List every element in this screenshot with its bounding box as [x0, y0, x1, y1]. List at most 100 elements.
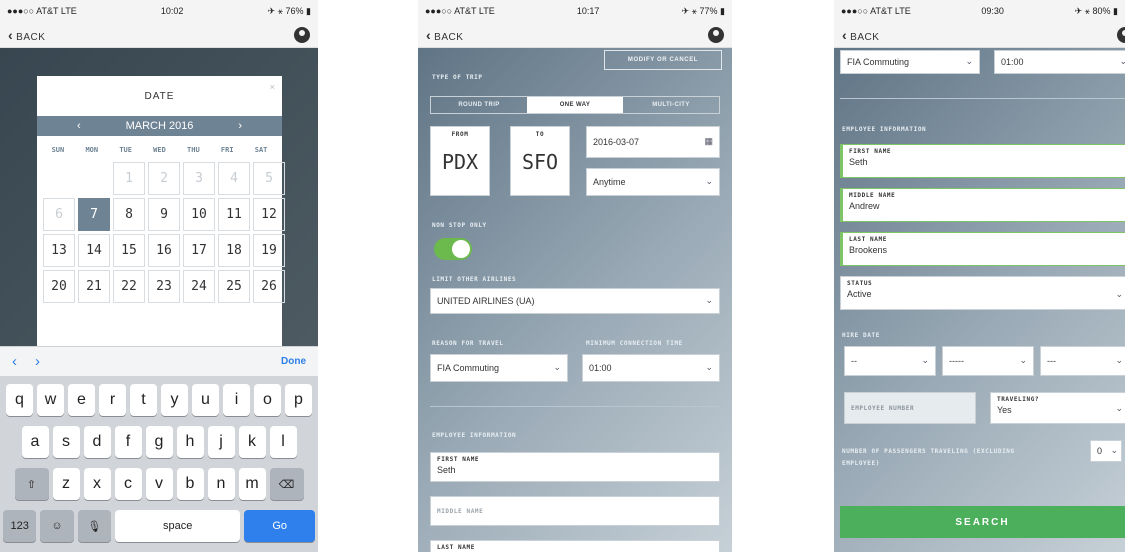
keyboard-key[interactable]: b — [176, 468, 204, 500]
last-name-field[interactable]: LAST NAME — [430, 540, 720, 552]
keyboard-key[interactable]: t — [130, 384, 157, 416]
calendar-day[interactable]: 4 — [218, 162, 250, 195]
back-button[interactable]: ‹ BACK — [426, 27, 463, 43]
next-field-button[interactable]: › — [35, 353, 40, 370]
keyboard-key[interactable]: d — [83, 426, 111, 458]
emoji-key[interactable]: ☺ — [40, 510, 74, 542]
departure-date-field[interactable]: 2016-03-07 ▦ — [586, 126, 720, 158]
keyboard-key[interactable]: y — [161, 384, 188, 416]
keyboard-key[interactable]: x — [83, 468, 111, 500]
to-airport-field[interactable]: TO SFO — [510, 126, 570, 196]
calendar-day[interactable]: 3 — [183, 162, 215, 195]
keyboard-key[interactable]: p — [285, 384, 312, 416]
shift-key[interactable]: ⇧ — [14, 468, 49, 500]
keyboard-key[interactable]: n — [207, 468, 235, 500]
keyboard-key[interactable]: i — [223, 384, 250, 416]
calendar-day[interactable]: 13 — [43, 234, 75, 267]
keyboard-key[interactable]: s — [52, 426, 80, 458]
first-name-field[interactable]: FIRST NAME Seth — [840, 144, 1125, 178]
calendar-day[interactable]: 26 — [253, 270, 285, 303]
account-icon[interactable] — [708, 26, 724, 43]
done-button[interactable]: Done — [281, 356, 306, 367]
delete-key[interactable]: ⌫ — [269, 468, 304, 500]
calendar-day[interactable]: 20 — [43, 270, 75, 303]
calendar-day[interactable]: 17 — [183, 234, 215, 267]
calendar-day[interactable]: 8 — [113, 198, 145, 231]
keyboard-key[interactable]: j — [207, 426, 235, 458]
first-name-field[interactable]: FIRST NAME Seth — [430, 452, 720, 482]
non-stop-toggle[interactable] — [434, 238, 472, 260]
microphone-key[interactable]: 🎙 — [77, 510, 111, 542]
calendar-day[interactable]: 7 — [78, 198, 110, 231]
time-select[interactable]: Anytime ⌄ — [586, 168, 720, 196]
prev-month-button[interactable]: ‹ — [77, 120, 81, 132]
hire-month-select[interactable]: -- ⌄ — [844, 346, 936, 376]
reason-select[interactable]: FIA Commuting ⌄ — [840, 50, 980, 74]
tab-multi-city[interactable]: MULTI-CITY — [623, 97, 719, 113]
calendar-day[interactable]: 6 — [43, 198, 75, 231]
min-connection-select[interactable]: 01:00 ⌄ — [582, 354, 720, 382]
back-button[interactable]: ‹ BACK — [8, 27, 45, 43]
calendar-day[interactable]: 2 — [148, 162, 180, 195]
calendar-day[interactable]: 5 — [253, 162, 285, 195]
account-icon[interactable] — [1117, 26, 1125, 43]
numbers-key[interactable]: 123 — [3, 510, 37, 542]
last-name-field[interactable]: LAST NAME Brookens — [840, 232, 1125, 266]
modify-or-cancel-button[interactable]: MODIFY OR CANCEL — [604, 50, 722, 70]
space-key[interactable]: space — [114, 510, 241, 542]
tab-one-way[interactable]: ONE WAY — [527, 97, 623, 113]
keyboard-key[interactable]: e — [68, 384, 95, 416]
keyboard-key[interactable]: z — [52, 468, 80, 500]
calendar-day[interactable]: 19 — [253, 234, 285, 267]
keyboard-key[interactable]: l — [269, 426, 297, 458]
middle-name-field[interactable]: MIDDLE NAME Andrew — [840, 188, 1125, 222]
status-select[interactable]: STATUS Active ⌄ — [840, 276, 1125, 310]
keyboard-key[interactable]: c — [114, 468, 142, 500]
search-button[interactable]: SEARCH — [840, 506, 1125, 538]
keyboard-key[interactable]: q — [6, 384, 33, 416]
reason-select[interactable]: FIA Commuting ⌄ — [430, 354, 568, 382]
next-month-button[interactable]: › — [238, 120, 242, 132]
middle-name-field[interactable]: MIDDLE NAME — [430, 496, 720, 526]
calendar-day[interactable]: 11 — [218, 198, 250, 231]
keyboard-key[interactable]: u — [192, 384, 219, 416]
calendar-day[interactable]: 22 — [113, 270, 145, 303]
calendar-day[interactable]: 16 — [148, 234, 180, 267]
airline-select[interactable]: UNITED AIRLINES (UA) ⌄ — [430, 288, 720, 314]
calendar-day[interactable]: 24 — [183, 270, 215, 303]
calendar-day[interactable]: 18 — [218, 234, 250, 267]
keyboard-key[interactable]: r — [99, 384, 126, 416]
prev-field-button[interactable]: ‹ — [12, 353, 17, 370]
keyboard-key[interactable]: g — [145, 426, 173, 458]
close-icon[interactable]: × — [270, 82, 275, 92]
min-connection-select[interactable]: 01:00 ⌄ — [994, 50, 1125, 74]
account-icon[interactable] — [294, 26, 310, 43]
keyboard-key[interactable]: h — [176, 426, 204, 458]
from-airport-field[interactable]: FROM PDX — [430, 126, 490, 196]
back-button[interactable]: ‹ BACK — [842, 27, 879, 43]
passengers-select[interactable]: 0 ⌄ — [1090, 440, 1122, 462]
calendar-day[interactable]: 14 — [78, 234, 110, 267]
traveling-select[interactable]: TRAVELING? Yes ⌄ — [990, 392, 1125, 424]
calendar-day[interactable]: 21 — [78, 270, 110, 303]
keyboard-key[interactable]: v — [145, 468, 173, 500]
tab-round-trip[interactable]: ROUND TRIP — [431, 97, 527, 113]
hire-year-select[interactable]: --- ⌄ — [1040, 346, 1125, 376]
calendar-day[interactable]: 15 — [113, 234, 145, 267]
employee-number-input[interactable]: EMPLOYEE NUMBER — [844, 392, 976, 424]
calendar-day[interactable]: 9 — [148, 198, 180, 231]
keyboard-key[interactable]: f — [114, 426, 142, 458]
calendar-day[interactable]: 23 — [148, 270, 180, 303]
keyboard-key[interactable]: a — [21, 426, 49, 458]
calendar-day[interactable]: 12 — [253, 198, 285, 231]
keyboard-key[interactable]: o — [254, 384, 281, 416]
hire-day-select[interactable]: ----- ⌄ — [942, 346, 1034, 376]
keyboard-key[interactable]: m — [238, 468, 266, 500]
keyboard-key[interactable]: k — [238, 426, 266, 458]
calendar-day[interactable]: 10 — [183, 198, 215, 231]
reason-value: FIA Commuting — [437, 363, 500, 373]
keyboard-key[interactable]: w — [37, 384, 64, 416]
go-key[interactable]: Go — [244, 510, 315, 542]
calendar-day[interactable]: 25 — [218, 270, 250, 303]
calendar-day[interactable]: 1 — [113, 162, 145, 195]
